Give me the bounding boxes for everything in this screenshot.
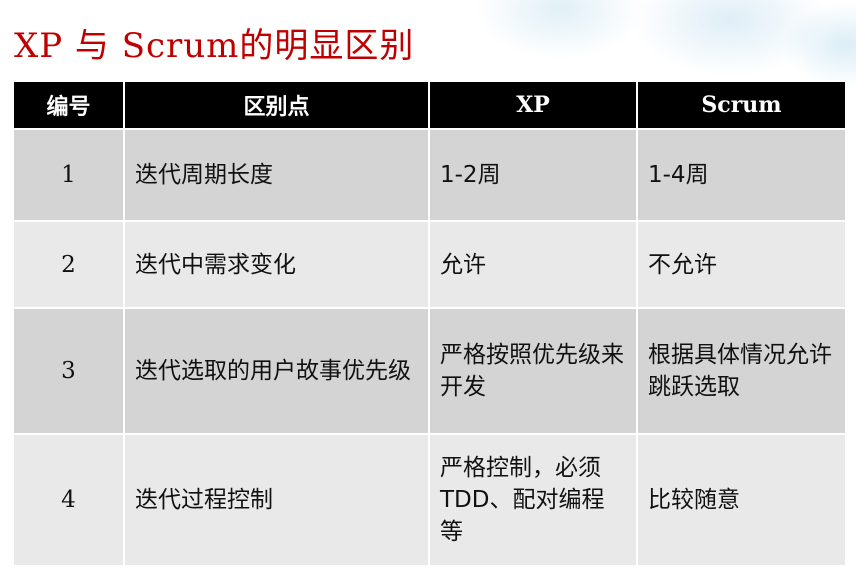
header-scrum: Scrum (636, 80, 847, 130)
row-number: 1 (12, 128, 125, 222)
row-number: 4 (12, 433, 125, 567)
row-scrum-value: 根据具体情况允许跳跃选取 (636, 307, 847, 435)
row-number: 2 (12, 220, 125, 309)
slide-title: XP 与 Scrum的明显区别 (14, 26, 415, 66)
row-difference: 迭代中需求变化 (123, 220, 430, 309)
table-row: 3 迭代选取的用户故事优先级 严格按照优先级来开发 根据具体情况允许跳跃选取 (12, 307, 847, 435)
row-scrum-value: 比较随意 (636, 433, 847, 567)
table-header-row: 编号 区别点 XP Scrum (12, 80, 847, 130)
row-xp-value: 严格按照优先级来开发 (428, 307, 638, 435)
header-number: 编号 (12, 80, 125, 130)
row-number: 3 (12, 307, 125, 435)
row-difference: 迭代过程控制 (123, 433, 430, 567)
row-difference: 迭代周期长度 (123, 128, 430, 222)
row-xp-value: 1-2周 (428, 128, 638, 222)
comparison-table: 编号 区别点 XP Scrum 1 迭代周期长度 1-2周 1-4周 2 迭代中… (12, 80, 847, 567)
row-xp-value: 允许 (428, 220, 638, 309)
header-xp: XP (428, 80, 638, 130)
table-row: 2 迭代中需求变化 允许 不允许 (12, 220, 847, 309)
row-xp-value: 严格控制，必须TDD、配对编程等 (428, 433, 638, 567)
table-row: 1 迭代周期长度 1-2周 1-4周 (12, 128, 847, 222)
header-difference: 区别点 (123, 80, 430, 130)
row-scrum-value: 不允许 (636, 220, 847, 309)
row-scrum-value: 1-4周 (636, 128, 847, 222)
row-difference: 迭代选取的用户故事优先级 (123, 307, 430, 435)
table-row: 4 迭代过程控制 严格控制，必须TDD、配对编程等 比较随意 (12, 433, 847, 567)
